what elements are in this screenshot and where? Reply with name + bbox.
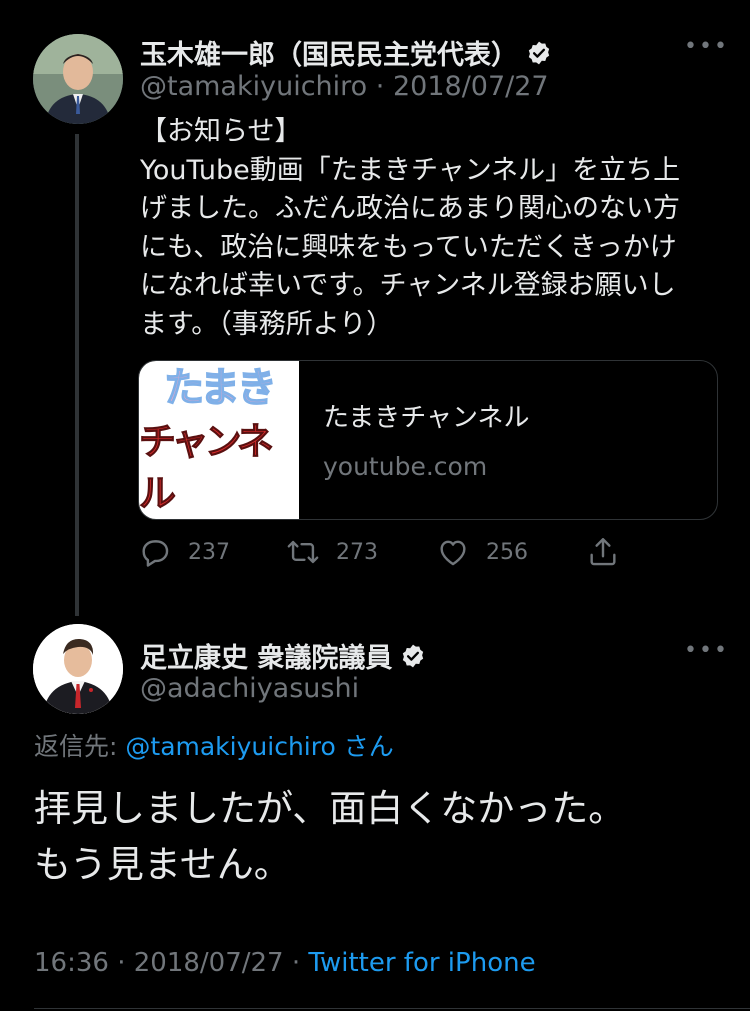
tweet1-text-line: げました。ふだん政治にあまり関心のない方 [140, 193, 680, 224]
reply-to-label: 返信先: [34, 732, 118, 761]
avatar-tamaki[interactable] [33, 34, 123, 124]
reply-to-mention[interactable]: @tamakiyuichiro [125, 732, 335, 761]
reply-button[interactable]: 237 [138, 535, 230, 569]
tweet1-text-line: ます。（事務所より） [140, 308, 394, 340]
tweet2-text-line: もう見ません。 [34, 843, 291, 886]
retweet-icon [287, 540, 319, 564]
thumbnail-logo-line2: チャンネル [139, 420, 274, 516]
reply-count: 237 [188, 539, 230, 565]
tweet2-separator: · [117, 948, 126, 978]
verified-badge-icon [528, 41, 550, 64]
tweet1-text-line: 【お知らせ】 [140, 116, 302, 147]
bottom-divider [34, 1008, 750, 1009]
tweet2-date: 2018/07/27 [133, 948, 284, 978]
tweet1-text-line: YouTube動画「たまきチャンネル」を立ち上 [140, 154, 681, 186]
tweet1-author-row[interactable]: 玉木雄一郎（国民民主党代表） [140, 33, 552, 72]
avatar-adachi[interactable] [33, 624, 123, 714]
tweet2-text-line: 拝見しましたが、面白くなかった。 [34, 787, 626, 830]
retweet-count: 273 [336, 539, 378, 565]
tweet2-separator2: · [291, 948, 301, 978]
tweet1-handle-row: @tamakiyuichiro · 2018/07/27 [140, 71, 549, 102]
link-preview-card[interactable]: たまき チャンネル たまきチャンネル youtube.com [138, 360, 718, 520]
reply-to-suffix: さん [343, 732, 394, 761]
tweet1-text-line: になれば幸いです。チャンネル登録お願いし [140, 270, 676, 301]
card-body: たまきチャンネル youtube.com [299, 361, 529, 519]
more-dots-icon[interactable]: ••• [684, 34, 729, 59]
reply-to-line: 返信先: @tamakiyuichiro さん [34, 727, 394, 763]
share-icon [590, 538, 616, 566]
tweet2-source-link[interactable]: Twitter for iPhone [308, 948, 535, 978]
verified-badge-icon [403, 644, 424, 667]
heart-icon [440, 540, 466, 566]
card-domain: youtube.com [323, 452, 488, 481]
tweet1-action-bar: 237 273 256 [138, 535, 638, 575]
tweet1-handle[interactable]: @tamakiyuichiro [140, 71, 367, 102]
tweet2-text: 拝見しましたが、面白くなかった。 もう見ません。 [34, 781, 625, 893]
tweet1-author-name[interactable]: 玉木雄一郎（国民民主党代表） [140, 33, 518, 72]
tweet1-text: 【お知らせ】 YouTube動画「たまきチャンネル」を立ち上 げました。ふだん政… [140, 113, 730, 344]
thread-connector-line [75, 134, 79, 616]
tweet2-handle[interactable]: @adachiyasushi [140, 673, 359, 704]
more-dots-icon[interactable]: ••• [684, 638, 729, 663]
tweet1-date[interactable]: 2018/07/27 [393, 71, 549, 102]
tweet2-meta: 16:36 · 2018/07/27 · Twitter for iPhone [34, 948, 536, 978]
card-title: たまきチャンネル [323, 403, 530, 433]
like-count: 256 [486, 539, 528, 565]
tweet2-author-row[interactable]: 足立康史 衆議院議員 [140, 636, 426, 675]
reply-icon [142, 540, 169, 567]
tweet2-time: 16:36 [34, 948, 109, 978]
retweet-button[interactable]: 273 [286, 535, 378, 569]
share-button[interactable] [586, 535, 636, 569]
tweet1-text-line: にも、政治に興味をもっていただくきっかけ [140, 231, 677, 263]
thumbnail-logo-line1: たまき [163, 364, 277, 412]
card-thumbnail-logo: たまき チャンネル [139, 361, 299, 519]
tweet2-author-name[interactable]: 足立康史 衆議院議員 [140, 636, 392, 675]
like-button[interactable]: 256 [436, 535, 528, 569]
tweet1-separator: · [375, 71, 385, 102]
